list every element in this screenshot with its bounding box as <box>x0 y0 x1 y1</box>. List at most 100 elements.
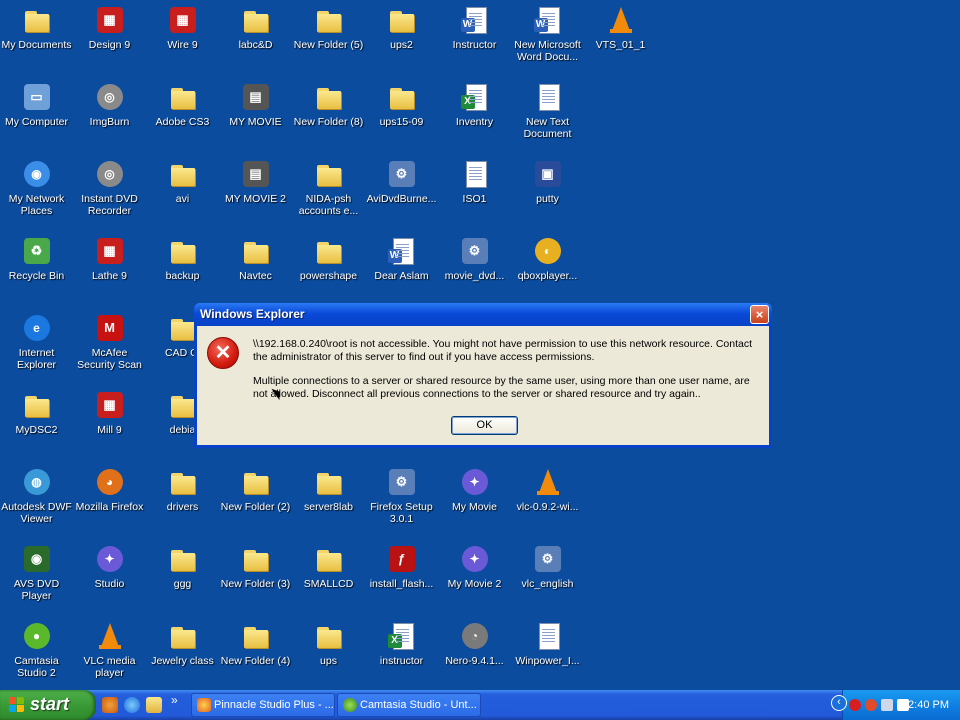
folder-icon <box>167 543 199 575</box>
desktop-icon-server8lab[interactable]: server8lab <box>292 464 365 538</box>
desktop-icon-new-folder-3[interactable]: New Folder (3) <box>219 541 292 615</box>
desktop-icon-new-text-doc[interactable]: New Text Document <box>511 79 584 153</box>
desktop-icon-label: Studio <box>94 578 125 590</box>
desktop-icon-lathe-9[interactable]: ▦ Lathe 9 <box>73 233 146 307</box>
desktop-icon-instant-dvd[interactable]: ◎ Instant DVD Recorder <box>73 156 146 230</box>
media-player-icon[interactable] <box>102 697 118 713</box>
ok-button[interactable]: OK <box>451 416 518 435</box>
desktop-icon-autodesk-dwf[interactable]: ◍ Autodesk DWF Viewer <box>0 464 73 538</box>
quick-launch-overflow-icon[interactable]: » <box>171 693 178 707</box>
desktop-icon-design-9[interactable]: ▦ Design 9 <box>73 2 146 76</box>
setup-icon: ⚙ <box>386 158 418 190</box>
dialog-titlebar[interactable]: Windows Explorer × <box>194 303 772 326</box>
desktop-icon-install-flash[interactable]: ƒ install_flash... <box>365 541 438 615</box>
desktop-icon-firefox-setup[interactable]: ⚙ Firefox Setup 3.0.1 <box>365 464 438 538</box>
ie-icon[interactable] <box>124 697 140 713</box>
excel-icon: X <box>459 81 491 113</box>
desktop-icon-winpower[interactable]: Winpower_I... <box>511 618 584 692</box>
desktop-icon-labc-d[interactable]: labc&D <box>219 2 292 76</box>
close-button[interactable]: × <box>750 305 769 324</box>
desktop-icon-my-movie-2-app[interactable]: ✦ My Movie 2 <box>438 541 511 615</box>
windows-logo-icon <box>9 697 25 713</box>
desktop-icon-drivers[interactable]: drivers <box>146 464 219 538</box>
desktop-icon-my-documents[interactable]: My Documents <box>0 2 73 76</box>
desktop-icon-vlc-english[interactable]: ⚙ vlc_english <box>511 541 584 615</box>
desktop-icon-wire-9[interactable]: ▦ Wire 9 <box>146 2 219 76</box>
desktop-icon-label: movie_dvd... <box>444 270 505 282</box>
word-icon: W <box>459 4 491 36</box>
desktop-icon-label: qboxplayer... <box>517 270 578 282</box>
folder-icon <box>313 620 345 652</box>
desktop-icon-avs-dvd-player[interactable]: ◉ AVS DVD Player <box>0 541 73 615</box>
error-dialog: Windows Explorer × ✕ \\192.168.0.240\roo… <box>194 303 772 448</box>
desktop-icon-adobe-cs3[interactable]: Adobe CS3 <box>146 79 219 153</box>
desktop-icon-internet-explorer[interactable]: e Internet Explorer <box>0 310 73 384</box>
desktop-icon-putty[interactable]: ▣ putty <box>511 156 584 230</box>
desktop-icon-recycle-bin[interactable]: ♻ Recycle Bin <box>0 233 73 307</box>
desktop-icon-my-network-places[interactable]: ◉ My Network Places <box>0 156 73 230</box>
mcafee-tray-icon[interactable] <box>849 699 861 711</box>
desktop-icon-label: putty <box>536 193 559 205</box>
desktop-icon-label: Nero-9.4.1... <box>445 655 504 667</box>
desktop-icon-mill-9[interactable]: ▦ Mill 9 <box>73 387 146 461</box>
desktop-icon-nero[interactable]: ◔ Nero-9.4.1... <box>438 618 511 692</box>
putty-icon: ▣ <box>532 158 564 190</box>
desktop-icon-dear-aslam[interactable]: W Dear Aslam <box>365 233 438 307</box>
desktop-icon-ups2[interactable]: ups2 <box>365 2 438 76</box>
desktop-icon-new-folder-4[interactable]: New Folder (4) <box>219 618 292 692</box>
desktop-icon-instructor-doc[interactable]: W Instructor <box>438 2 511 76</box>
desktop-icon-vts-01-1[interactable]: VTS_01_1 <box>584 2 657 76</box>
task-pinnacle-studio[interactable]: Pinnacle Studio Plus - ... <box>191 693 335 717</box>
desktop-icon-vlc-092[interactable]: vlc-0.9.2-wi... <box>511 464 584 538</box>
desktop-icon-new-folder-2[interactable]: New Folder (2) <box>219 464 292 538</box>
task-camtasia-studio[interactable]: Camtasia Studio - Unt... <box>337 693 481 717</box>
desktop-icon-mydsc2[interactable]: MyDSC2 <box>0 387 73 461</box>
desktop-icon-label: Design 9 <box>88 39 131 51</box>
desktop-icon-my-movie-app[interactable]: ✦ My Movie <box>438 464 511 538</box>
desktop-icon-movie-dvd[interactable]: ⚙ movie_dvd... <box>438 233 511 307</box>
folder-icon <box>21 389 53 421</box>
flash-icon: ƒ <box>386 543 418 575</box>
desktop-icon-camtasia-studio-2[interactable]: ● Camtasia Studio 2 <box>0 618 73 692</box>
desktop-icon-new-folder-8[interactable]: New Folder (8) <box>292 79 365 153</box>
desktop-icon-vlc-media-player[interactable]: VLC media player <box>73 618 146 692</box>
desktop-icon-navtec[interactable]: Navtec <box>219 233 292 307</box>
desktop-icon-ggg[interactable]: ggg <box>146 541 219 615</box>
desktop-icon-nida-psh[interactable]: NIDA-psh accounts e... <box>292 156 365 230</box>
desktop-icon-my-movie-2-folder[interactable]: ▤ MY MOVIE 2 <box>219 156 292 230</box>
network-tray-icon[interactable] <box>881 699 893 711</box>
avs-icon: ◉ <box>21 543 53 575</box>
desktop-icon-instructor-xls[interactable]: Xinstructor <box>365 618 438 692</box>
desktop-icon-qboxplayer[interactable]: ◐ qboxplayer... <box>511 233 584 307</box>
tray-expand-button[interactable]: ‹ <box>831 695 847 711</box>
start-button[interactable]: start <box>0 690 96 720</box>
desktop-icon-my-movie[interactable]: ▤ MY MOVIE <box>219 79 292 153</box>
desktop-icon-label: Winpower_I... <box>515 655 580 667</box>
desktop-icon-backup[interactable]: backup <box>146 233 219 307</box>
desktop-icon-label: MyDSC2 <box>15 424 58 436</box>
desktop-icon-my-computer[interactable]: ▭ My Computer <box>0 79 73 153</box>
desktop-icon-label: backup <box>165 270 200 282</box>
desktop-icon-avidvdburner[interactable]: ⚙ AviDvdBurne... <box>365 156 438 230</box>
desktop-icon-label: Adobe CS3 <box>155 116 210 128</box>
studio-icon: ✦ <box>94 543 126 575</box>
desktop-icon-new-folder-5[interactable]: New Folder (5) <box>292 2 365 76</box>
desktop-icon-ups15-09[interactable]: ups15-09 <box>365 79 438 153</box>
desktop-icon-jewelry-class[interactable]: Jewelry class <box>146 618 219 692</box>
desktop-icon-new-ms-word[interactable]: W New Microsoft Word Docu... <box>511 2 584 76</box>
desktop-icon-mozilla-firefox[interactable]: ◕ Mozilla Firefox <box>73 464 146 538</box>
desktop-icon-inventry[interactable]: X Inventry <box>438 79 511 153</box>
desktop-icon-label: ups2 <box>390 39 413 51</box>
security-tray-icon[interactable] <box>865 699 877 711</box>
desktop-icon-imgburn[interactable]: ◎ ImgBurn <box>73 79 146 153</box>
desktop-icon-powershape[interactable]: powershape <box>292 233 365 307</box>
desktop-icon-studio[interactable]: ✦ Studio <box>73 541 146 615</box>
desktop-icon-label: drivers <box>166 501 199 513</box>
desktop-icon-mcafee[interactable]: M McAfee Security Scan <box>73 310 146 384</box>
desktop-icon-ups[interactable]: ups <box>292 618 365 692</box>
desktop-icon-iso1[interactable]: ISO1 <box>438 156 511 230</box>
desktop-icon-smallcd[interactable]: SMALLCD <box>292 541 365 615</box>
desktop-icon-avi[interactable]: avi <box>146 156 219 230</box>
folder-icon[interactable] <box>146 697 162 713</box>
taskbar: start » Pinnacle Studio Plus - ... Camta… <box>0 690 960 720</box>
